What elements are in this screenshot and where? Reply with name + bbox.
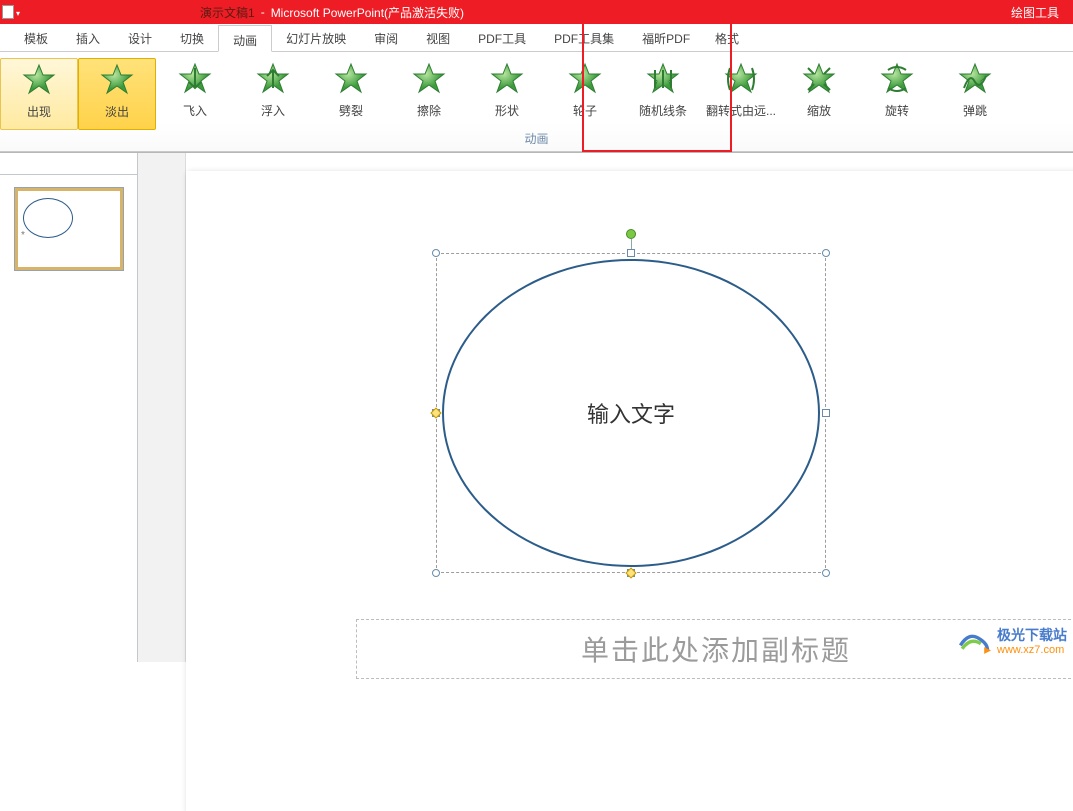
animation-label: 出现 bbox=[27, 103, 51, 120]
slide[interactable]: 输入文字 单击此处添加副标题 bbox=[186, 171, 1073, 811]
animation-wipe[interactable]: 擦除 bbox=[390, 58, 468, 130]
animation-label: 随机线条 bbox=[639, 102, 687, 119]
resize-handle-r[interactable] bbox=[822, 409, 830, 417]
tab-foxit-pdf[interactable]: 福昕PDF bbox=[628, 24, 704, 51]
subtitle-placeholder-text: 单击此处添加副标题 bbox=[581, 629, 851, 669]
tab-design[interactable]: 设计 bbox=[114, 24, 166, 51]
contextual-tab-drawing-tools: 绘图工具 bbox=[997, 0, 1073, 24]
animation-growturn[interactable]: 翻转式由远... bbox=[702, 58, 780, 130]
star-icon bbox=[256, 62, 290, 96]
rotation-handle-line bbox=[631, 239, 632, 249]
document-name: 演示文稿1 bbox=[200, 4, 255, 21]
ribbon-group-label: 动画 bbox=[524, 130, 548, 147]
tab-animation[interactable]: 动画 bbox=[218, 25, 272, 52]
tab-format[interactable]: 格式 bbox=[697, 24, 757, 47]
star-icon bbox=[880, 62, 914, 96]
star-icon bbox=[178, 62, 212, 96]
resize-handle-bl[interactable] bbox=[432, 569, 440, 577]
qat-dropdown-icon[interactable]: ▾ bbox=[16, 9, 22, 15]
animation-randombars[interactable]: 随机线条 bbox=[624, 58, 702, 130]
animation-zoom[interactable]: 缩放 bbox=[780, 58, 858, 130]
animation-flyin[interactable]: 飞入 bbox=[156, 58, 234, 130]
animation-label: 淡出 bbox=[105, 103, 129, 120]
ribbon-tabs: 模板 插入 设计 切换 动画 幻灯片放映 审阅 视图 PDF工具 PDF工具集 … bbox=[0, 24, 1073, 52]
tab-template[interactable]: 模板 bbox=[10, 24, 62, 51]
tab-view[interactable]: 视图 bbox=[412, 24, 464, 51]
tab-pdf-tool[interactable]: PDF工具 bbox=[464, 24, 540, 51]
tab-slideshow[interactable]: 幻灯片放映 bbox=[272, 24, 360, 51]
animation-split[interactable]: 劈裂 bbox=[312, 58, 390, 130]
title-bar: ▾ 演示文稿1 - Microsoft PowerPoint(产品激活失败) 绘… bbox=[0, 0, 1073, 24]
animation-wheel[interactable]: 轮子 bbox=[546, 58, 624, 130]
watermark: 极光下载站 www.xz7.com bbox=[957, 628, 1067, 656]
resize-handle-t[interactable] bbox=[627, 249, 635, 257]
canvas-gutter bbox=[138, 153, 186, 662]
animation-label: 擦除 bbox=[417, 102, 441, 119]
star-icon bbox=[22, 63, 56, 97]
title-separator: - bbox=[261, 5, 265, 19]
tab-transition[interactable]: 切换 bbox=[166, 24, 218, 51]
star-icon bbox=[334, 62, 368, 96]
animation-label: 轮子 bbox=[573, 102, 597, 119]
star-icon bbox=[568, 62, 602, 96]
animation-fade[interactable]: 淡出 bbox=[78, 58, 156, 130]
animation-bounce[interactable]: 弹跳 bbox=[936, 58, 1014, 130]
slide-canvas-area: 输入文字 单击此处添加副标题 bbox=[138, 153, 1073, 662]
animation-appear[interactable]: 出现 bbox=[0, 58, 78, 130]
watermark-logo-icon bbox=[957, 628, 991, 656]
animation-label: 旋转 bbox=[885, 102, 909, 119]
selected-shape-frame[interactable]: 输入文字 bbox=[436, 253, 826, 573]
resize-handle-tl[interactable] bbox=[432, 249, 440, 257]
app-name: Microsoft PowerPoint(产品激活失败) bbox=[271, 4, 464, 21]
tab-pdf-toolset[interactable]: PDF工具集 bbox=[540, 24, 628, 51]
star-icon bbox=[100, 63, 134, 97]
animation-label: 翻转式由远... bbox=[706, 102, 776, 119]
star-icon bbox=[646, 62, 680, 96]
watermark-url: www.xz7.com bbox=[997, 644, 1067, 656]
star-icon bbox=[724, 62, 758, 96]
animation-label: 弹跳 bbox=[963, 102, 987, 119]
work-area: * 输入文字 bbox=[0, 152, 1073, 662]
animation-floatin[interactable]: 浮入 bbox=[234, 58, 312, 130]
animation-label: 形状 bbox=[495, 102, 519, 119]
slide-thumbnail-1[interactable]: * bbox=[14, 187, 124, 271]
animation-gallery[interactable]: 出现 淡出 飞入 浮入 劈裂 擦除 形状 轮子 bbox=[0, 52, 1014, 151]
slide-thumbnails-panel[interactable]: * bbox=[0, 153, 138, 662]
ellipse-shape[interactable]: 输入文字 bbox=[442, 259, 820, 567]
watermark-text-cn: 极光下载站 bbox=[997, 628, 1067, 643]
animation-swivel[interactable]: 旋转 bbox=[858, 58, 936, 130]
resize-handle-tr[interactable] bbox=[822, 249, 830, 257]
animation-label: 浮入 bbox=[261, 102, 285, 119]
shape-text[interactable]: 输入文字 bbox=[587, 397, 675, 429]
animation-label: 劈裂 bbox=[339, 102, 363, 119]
star-icon bbox=[802, 62, 836, 96]
tab-review[interactable]: 审阅 bbox=[360, 24, 412, 51]
animation-shape[interactable]: 形状 bbox=[468, 58, 546, 130]
star-icon bbox=[412, 62, 446, 96]
resize-handle-br[interactable] bbox=[822, 569, 830, 577]
tab-insert[interactable]: 插入 bbox=[62, 24, 114, 51]
window-title: 演示文稿1 - Microsoft PowerPoint(产品激活失败) bbox=[200, 4, 464, 21]
thumbnail-panel-tabs[interactable] bbox=[0, 153, 137, 175]
star-icon bbox=[958, 62, 992, 96]
star-icon bbox=[490, 62, 524, 96]
thumbnail-shape-icon bbox=[23, 198, 73, 238]
thumbnail-animation-badge: * bbox=[21, 230, 25, 241]
rotation-handle[interactable] bbox=[626, 229, 636, 239]
animation-label: 飞入 bbox=[183, 102, 207, 119]
ribbon-animation: 出现 淡出 飞入 浮入 劈裂 擦除 形状 轮子 bbox=[0, 52, 1073, 152]
quick-access-toolbar[interactable] bbox=[2, 5, 14, 19]
animation-label: 缩放 bbox=[807, 102, 831, 119]
